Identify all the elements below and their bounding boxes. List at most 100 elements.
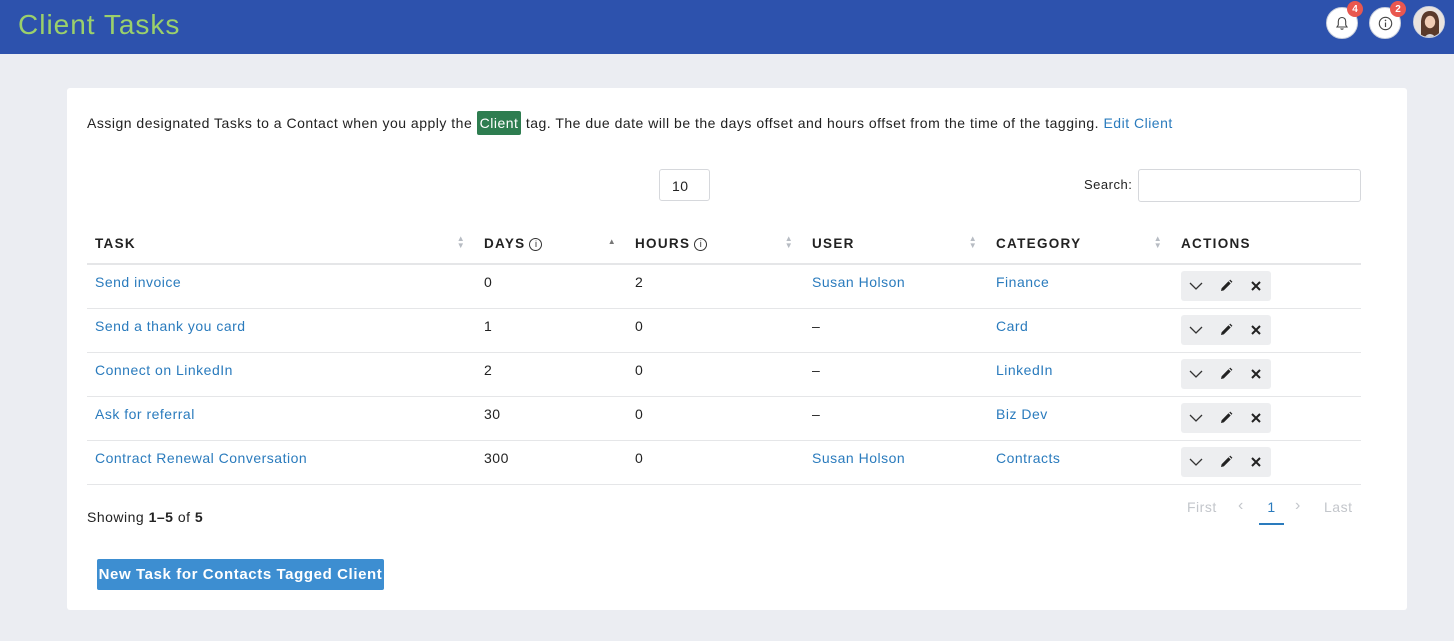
delete-button[interactable]: [1241, 403, 1271, 433]
pager-next[interactable]: ›: [1295, 497, 1301, 515]
expand-button[interactable]: [1181, 447, 1211, 477]
sort-icon: ▲ ▼: [456, 234, 466, 250]
chevron-down-icon: [1189, 282, 1203, 290]
close-icon: [1251, 412, 1261, 423]
task-link[interactable]: Connect on LinkedIn: [95, 362, 233, 378]
sort-icon: ▲ ▼: [968, 234, 978, 250]
task-link[interactable]: Ask for referral: [95, 406, 195, 422]
column-header-task[interactable]: TASK ▲ ▼: [87, 223, 476, 265]
hours-cell: 0: [627, 308, 804, 353]
pager-current-page[interactable]: 1: [1259, 491, 1284, 525]
info-button[interactable]: 2: [1369, 1, 1406, 39]
row-actions: [1181, 314, 1271, 345]
table-row: Connect on LinkedIn 2 0 – LinkedIn: [87, 352, 1361, 397]
sort-asc-icon: ▲: [607, 237, 617, 246]
showing-of: of: [177, 509, 191, 525]
column-header-days[interactable]: DAYS i ▲: [476, 223, 627, 265]
close-icon: [1251, 324, 1261, 335]
hours-cell: 2: [627, 264, 804, 309]
pager-prev[interactable]: ‹: [1238, 497, 1244, 515]
user-cell: –: [804, 352, 988, 397]
delete-button[interactable]: [1241, 359, 1271, 389]
category-link[interactable]: Biz Dev: [996, 406, 1048, 422]
table-row: Ask for referral 30 0 – Biz Dev: [87, 396, 1361, 441]
edit-button[interactable]: [1211, 447, 1241, 477]
showing-total: 5: [194, 509, 204, 525]
page-length-select[interactable]: 10: [659, 169, 710, 201]
row-actions: [1181, 271, 1271, 301]
category-link[interactable]: Contracts: [996, 450, 1060, 466]
column-label-hours: HOURS: [635, 235, 691, 251]
days-cell: 30: [476, 396, 627, 441]
pager-last[interactable]: Last: [1324, 499, 1352, 515]
close-icon: [1251, 456, 1261, 467]
info-icon: [1378, 16, 1392, 30]
user-link[interactable]: Susan Holson: [812, 450, 905, 466]
edit-button[interactable]: [1211, 315, 1241, 345]
delete-button[interactable]: [1241, 447, 1271, 477]
sort-icon: ▲ ▼: [784, 234, 794, 250]
pencil-icon: [1221, 411, 1233, 423]
days-cell: 0: [476, 264, 627, 309]
showing-range: 1–5: [148, 509, 174, 525]
task-link[interactable]: Contract Renewal Conversation: [95, 450, 307, 466]
close-icon: [1251, 281, 1261, 291]
pencil-icon: [1221, 455, 1233, 467]
column-label-user: USER: [812, 235, 855, 251]
edit-client-link[interactable]: Edit Client: [1103, 115, 1172, 131]
pager-first[interactable]: First: [1187, 499, 1217, 515]
table-row: Send invoice 0 2 Susan Holson Finance: [87, 264, 1361, 309]
table-header-row: TASK ▲ ▼ DAYS i ▲ HOURS i ▲ ▼ USER ▲ ▼ CATEGO…: [87, 223, 1361, 265]
intro-text: Assign designated Tasks to a Contact whe…: [87, 111, 1173, 135]
table-row: Send a thank you card 1 0 – Card: [87, 308, 1361, 353]
task-link[interactable]: Send invoice: [95, 274, 181, 290]
avatar[interactable]: [1413, 6, 1445, 38]
category-link[interactable]: LinkedIn: [996, 362, 1053, 378]
user-link[interactable]: Susan Holson: [812, 274, 905, 290]
sort-icon: ▲ ▼: [1153, 234, 1163, 250]
pencil-icon: [1221, 323, 1233, 335]
days-cell: 2: [476, 352, 627, 397]
column-label-actions: ACTIONS: [1181, 235, 1251, 251]
hours-cell: 0: [627, 440, 804, 485]
task-link[interactable]: Send a thank you card: [95, 318, 246, 334]
column-header-category[interactable]: CATEGORY ▲ ▼: [988, 223, 1173, 265]
search-label: Search:: [1084, 177, 1133, 192]
tasks-panel: Assign designated Tasks to a Contact whe…: [67, 88, 1407, 610]
days-cell: 1: [476, 308, 627, 353]
new-task-button[interactable]: New Task for Contacts Tagged Client: [97, 559, 384, 590]
bell-icon: [1335, 16, 1349, 30]
expand-button[interactable]: [1181, 359, 1211, 389]
notifications-button[interactable]: 4: [1326, 1, 1363, 39]
delete-button[interactable]: [1241, 315, 1271, 345]
edit-button[interactable]: [1211, 359, 1241, 389]
category-link[interactable]: Finance: [996, 274, 1049, 290]
days-cell: 300: [476, 440, 627, 485]
page-title: Client Tasks: [18, 9, 181, 40]
column-label-task: TASK: [95, 235, 136, 251]
row-actions: [1181, 402, 1271, 433]
edit-button[interactable]: [1211, 403, 1241, 433]
expand-button[interactable]: [1181, 271, 1211, 301]
edit-button[interactable]: [1211, 271, 1241, 301]
user-cell: –: [804, 396, 988, 441]
search-input[interactable]: [1138, 169, 1361, 202]
table-row: Contract Renewal Conversation 300 0 Susa…: [87, 440, 1361, 485]
notifications-badge: 4: [1347, 1, 1363, 17]
intro-before: Assign designated Tasks to a Contact whe…: [87, 115, 473, 131]
days-info-icon[interactable]: i: [529, 237, 543, 251]
info-badge: 2: [1390, 1, 1406, 17]
column-label-category: CATEGORY: [996, 235, 1082, 251]
expand-button[interactable]: [1181, 315, 1211, 345]
pencil-icon: [1221, 367, 1233, 379]
chevron-down-icon: [1189, 326, 1203, 334]
delete-button[interactable]: [1241, 271, 1271, 301]
chevron-down-icon: [1189, 370, 1203, 378]
category-link[interactable]: Card: [996, 318, 1028, 334]
tasks-table: TASK ▲ ▼ DAYS i ▲ HOURS i ▲ ▼ USER ▲ ▼ CATEGO…: [87, 223, 1361, 485]
column-header-hours[interactable]: HOURS i ▲ ▼: [627, 223, 804, 265]
chevron-down-icon: [1189, 414, 1203, 422]
hours-info-icon[interactable]: i: [694, 237, 708, 251]
column-header-user[interactable]: USER ▲ ▼: [804, 223, 988, 265]
expand-button[interactable]: [1181, 403, 1211, 433]
